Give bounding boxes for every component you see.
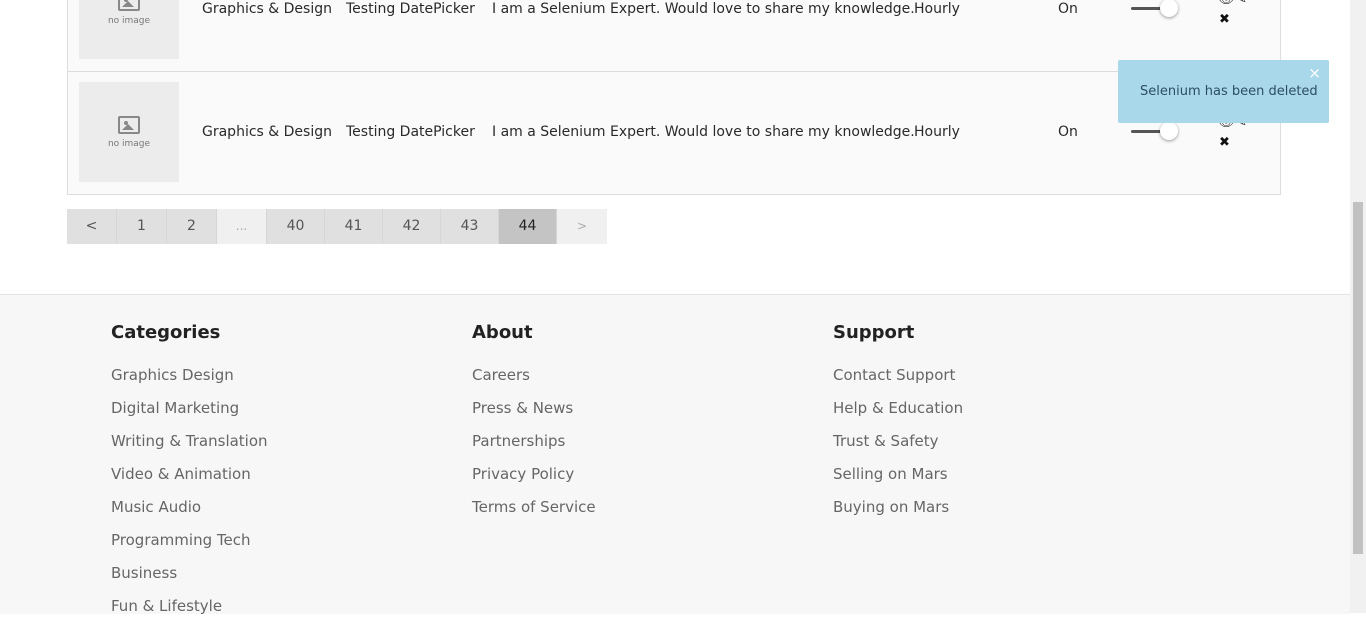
gig-type: Hourly — [914, 1, 960, 17]
image-placeholder-icon — [118, 115, 140, 134]
pagination-next: > — [557, 209, 607, 244]
close-icon[interactable]: ✖ — [1219, 136, 1230, 149]
toast-message: Selenium has been deleted — [1140, 84, 1318, 99]
table-row: no image Graphics & Design Testing DateP… — [68, 72, 1280, 194]
footer-link[interactable]: Business — [111, 563, 268, 596]
no-image-caption: no image — [107, 138, 151, 149]
footer-link[interactable]: Terms of Service — [472, 497, 596, 530]
close-icon[interactable]: × — [1308, 64, 1321, 82]
footer-link[interactable]: Trust & Safety — [833, 431, 963, 464]
eye-icon[interactable]: 👁 — [1218, 0, 1235, 6]
footer-heading: About — [472, 322, 533, 343]
footer-link[interactable]: Buying on Mars — [833, 497, 963, 530]
pagination-page-43[interactable]: 43 — [441, 209, 499, 244]
footer-link[interactable]: Contact Support — [833, 365, 963, 398]
footer-link[interactable]: Partnerships — [472, 431, 596, 464]
footer-link[interactable]: Writing & Translation — [111, 431, 268, 464]
footer-link[interactable]: Video & Animation — [111, 464, 268, 497]
gig-description: I am a Selenium Expert. Would love to sh… — [492, 124, 915, 140]
gig-category: Graphics & Design — [202, 124, 332, 140]
footer-link[interactable]: Press & News — [472, 398, 596, 431]
gig-image-placeholder: no image — [79, 82, 179, 182]
pagination-ellipsis: ... — [217, 209, 267, 244]
pagination-page-1[interactable]: 1 — [117, 209, 167, 244]
pagination-page-42[interactable]: 42 — [383, 209, 441, 244]
toast-notification: Selenium has been deleted × — [1118, 60, 1329, 123]
page-scrollbar[interactable] — [1350, 0, 1366, 613]
footer-link[interactable]: Selling on Mars — [833, 464, 963, 497]
no-image-caption: no image — [107, 15, 151, 26]
pagination: < 1 2 ... 40 41 42 43 44 > — [67, 209, 607, 244]
pagination-page-41[interactable]: 41 — [325, 209, 383, 244]
table-row: no image Graphics & Design Testing DateP… — [68, 0, 1280, 72]
gig-category: Graphics & Design — [202, 1, 332, 17]
gig-title: Testing DatePicker — [346, 1, 475, 17]
footer-categories: Categories Graphics Design Digital Marke… — [111, 321, 268, 629]
footer-about: About Careers Press & News Partnerships … — [472, 321, 596, 530]
row-actions: 👁 ✎ ✖ — [1214, 0, 1254, 33]
footer-heading: Categories — [111, 322, 221, 343]
footer-link[interactable]: Digital Marketing — [111, 398, 268, 431]
gig-status: On — [1058, 1, 1078, 17]
footer-link[interactable]: Programming Tech — [111, 530, 268, 563]
footer-link[interactable]: Careers — [472, 365, 596, 398]
gig-title: Testing DatePicker — [346, 124, 475, 140]
pagination-page-40[interactable]: 40 — [267, 209, 325, 244]
gig-description: I am a Selenium Expert. Would love to sh… — [492, 1, 915, 17]
footer-link[interactable]: Music Audio — [111, 497, 268, 530]
pagination-page-44-current[interactable]: 44 — [499, 209, 557, 244]
status-toggle[interactable] — [1131, 0, 1181, 17]
close-icon[interactable]: ✖ — [1219, 13, 1230, 26]
gig-image-placeholder: no image — [79, 0, 179, 59]
footer-link[interactable]: Privacy Policy — [472, 464, 596, 497]
footer-heading: Support — [833, 322, 915, 343]
image-placeholder-icon — [118, 0, 140, 11]
footer-link[interactable]: Help & Education — [833, 398, 963, 431]
scrollbar-thumb[interactable] — [1353, 202, 1363, 554]
pagination-page-2[interactable]: 2 — [167, 209, 217, 244]
gig-type: Hourly — [914, 124, 960, 140]
gig-status: On — [1058, 124, 1078, 140]
status-toggle[interactable] — [1131, 122, 1181, 140]
pagination-prev[interactable]: < — [67, 209, 117, 244]
gigs-table: no image Graphics & Design Testing DateP… — [67, 0, 1281, 195]
footer-link[interactable]: Graphics Design — [111, 365, 268, 398]
footer-support: Support Contact Support Help & Education… — [833, 321, 963, 530]
site-footer: Categories Graphics Design Digital Marke… — [0, 294, 1350, 615]
pencil-icon[interactable]: ✎ — [1236, 0, 1247, 6]
